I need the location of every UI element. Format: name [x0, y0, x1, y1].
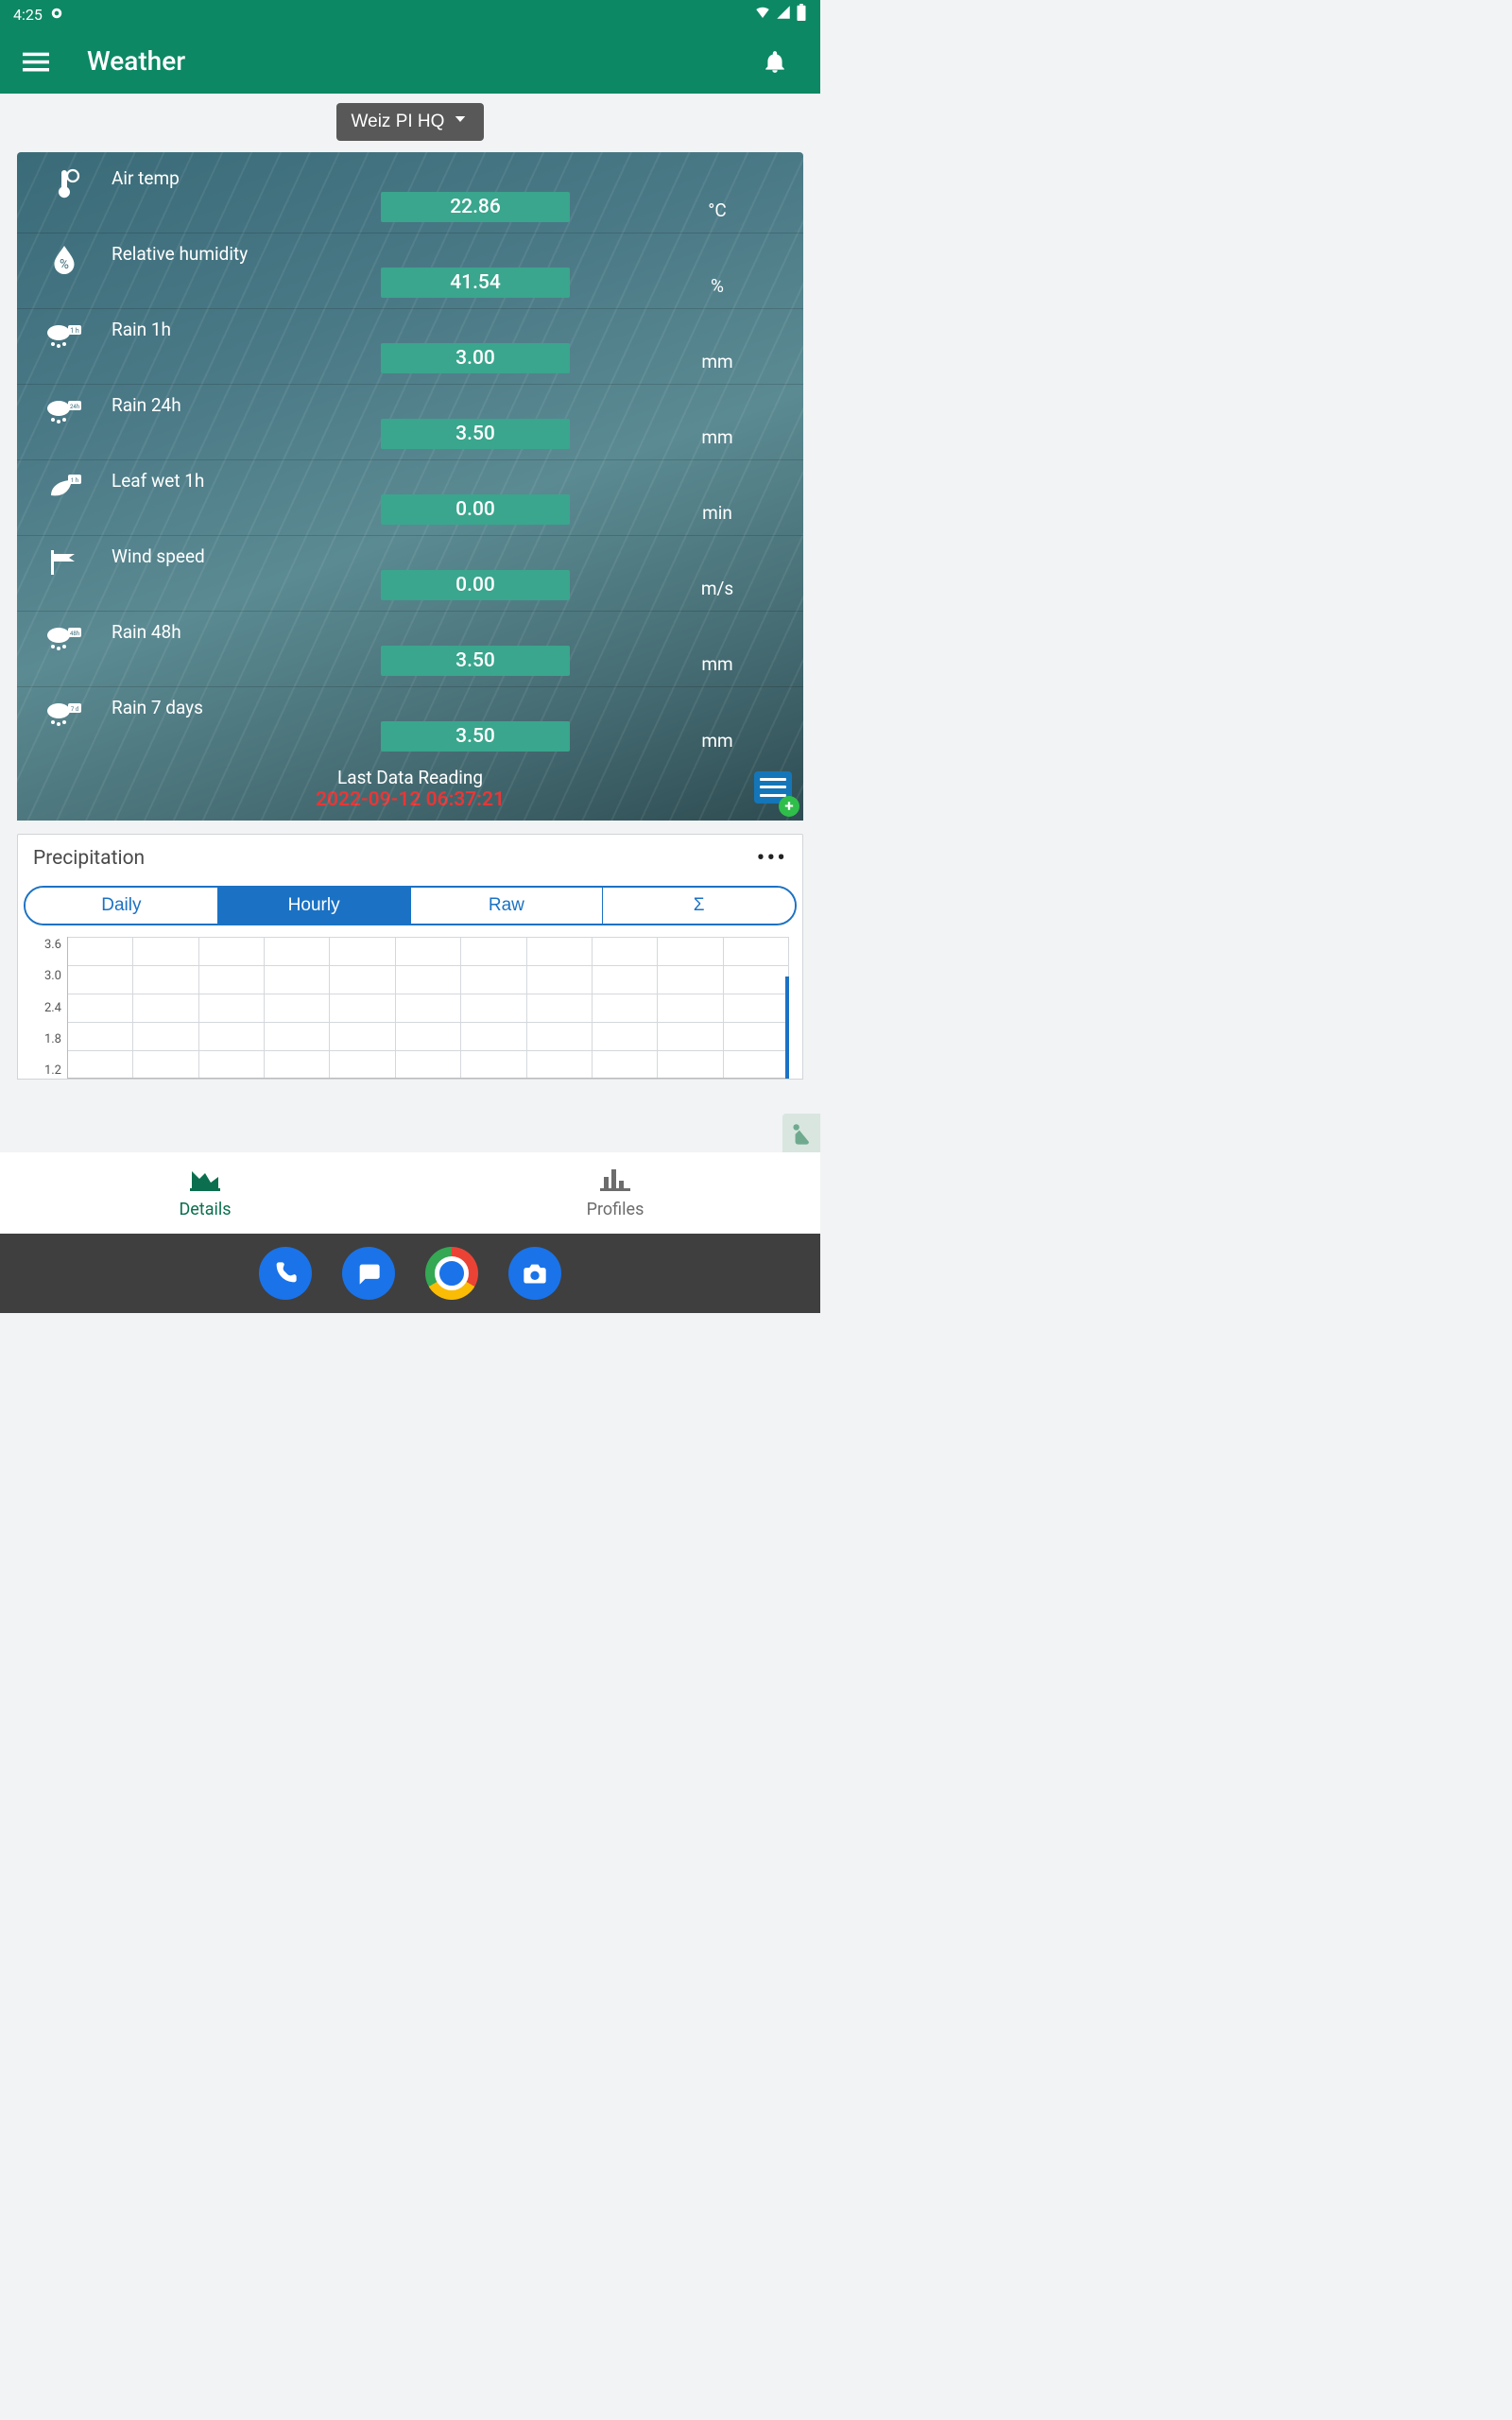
rain-7d-icon: 7 d: [17, 693, 112, 731]
y-tick: 1.8: [24, 1033, 65, 1046]
y-tick: 3.0: [24, 970, 65, 982]
camera-app-icon[interactable]: [508, 1247, 561, 1300]
station-select-label: Weiz PI HQ: [352, 112, 445, 132]
reading-value: 3.00: [381, 343, 570, 373]
precip-title: Precipitation: [33, 847, 145, 870]
touch-hint-icon[interactable]: [782, 1114, 820, 1156]
reading-unit: m/s: [631, 578, 803, 605]
reading-row: Wind speed 0.00 m/s: [17, 536, 803, 612]
plot-area: [67, 937, 789, 1079]
rain-48h-icon: 48h: [17, 617, 112, 655]
svg-text:24h: 24h: [70, 404, 79, 410]
messages-app-icon[interactable]: [342, 1247, 395, 1300]
reading-value: 0.00: [381, 494, 570, 525]
battery-icon: [796, 4, 807, 25]
reading-label: Rain 24h: [112, 390, 319, 416]
status-time: 4:25: [13, 6, 43, 24]
more-icon[interactable]: •••: [757, 844, 787, 873]
svg-text:1 h: 1 h: [71, 477, 78, 484]
tab-profiles[interactable]: Profiles: [410, 1152, 820, 1234]
reading-row: 48h Rain 48h 3.50 mm: [17, 612, 803, 687]
list-add-button[interactable]: +: [754, 771, 796, 813]
reading-unit: %: [631, 275, 803, 302]
reading-row: 7 d Rain 7 days 3.50 mm: [17, 687, 803, 763]
last-reading-timestamp: 2022-09-12 06:37:21: [17, 788, 803, 811]
y-tick: 2.4: [24, 1002, 65, 1014]
reading-value: 3.50: [381, 646, 570, 676]
precip-tab-raw[interactable]: Raw: [411, 888, 604, 924]
svg-text:%: %: [60, 257, 69, 272]
last-reading-label: Last Data Reading: [17, 767, 803, 788]
app-title: Weather: [87, 45, 756, 77]
reading-unit: mm: [631, 351, 803, 378]
reading-row: % Relative humidity 41.54%: [17, 233, 803, 309]
precip-chart[interactable]: 3.6 3.0 2.4 1.8 1.2: [24, 937, 797, 1079]
y-axis-labels: 3.6 3.0 2.4 1.8 1.2: [24, 937, 65, 1079]
nav-dock: [0, 1234, 820, 1313]
precip-tab-hourly[interactable]: Hourly: [218, 888, 411, 924]
reading-value: 41.54: [381, 268, 570, 298]
notifications-icon[interactable]: [756, 43, 794, 80]
reading-value: 3.50: [381, 419, 570, 449]
reading-row: Air temp 22.86 °C: [17, 158, 803, 233]
precip-tab-daily[interactable]: Daily: [26, 888, 218, 924]
tab-details[interactable]: Details: [0, 1152, 410, 1234]
precip-tab-σ[interactable]: Σ: [603, 888, 795, 924]
svg-text:1 h: 1 h: [70, 327, 79, 335]
reading-row: 1 h Rain 1h 3.00 mm: [17, 309, 803, 385]
reading-label: Relative humidity: [112, 239, 319, 265]
svg-text:7 d: 7 d: [71, 706, 78, 713]
reading-unit: °C: [631, 199, 803, 227]
reading-unit: mm: [631, 653, 803, 681]
tab-details-label: Details: [179, 1200, 231, 1219]
rain-1h-icon: 1 h: [17, 315, 112, 353]
reading-label: Leaf wet 1h: [112, 466, 319, 492]
y-tick: 3.6: [24, 939, 65, 951]
chevron-down-icon: [452, 111, 469, 133]
y-tick: 1.2: [24, 1064, 65, 1077]
svg-text:48h: 48h: [70, 631, 79, 637]
current-readings-panel: Air temp 22.86 °C% Relative humidity 41.54% 1…: [17, 152, 803, 821]
wind-icon: [17, 542, 112, 579]
reading-label: Rain 1h: [112, 315, 319, 340]
leaf-wet-icon: 1 h: [17, 466, 112, 504]
reading-label: Air temp: [112, 164, 319, 189]
bar-chart-icon: [600, 1167, 630, 1196]
plus-icon: +: [779, 796, 799, 817]
reading-label: Rain 7 days: [112, 693, 319, 718]
signal-icon: [775, 4, 792, 25]
rain-24h-icon: 24h: [17, 390, 112, 428]
reading-label: Wind speed: [112, 542, 319, 567]
reading-unit: mm: [631, 426, 803, 454]
reading-unit: min: [631, 502, 803, 529]
station-selector-row: Weiz PI HQ: [0, 94, 820, 152]
precip-last-bar: [785, 977, 789, 1079]
phone-app-icon[interactable]: [259, 1247, 312, 1300]
menu-icon[interactable]: [17, 43, 55, 80]
reading-unit: mm: [631, 730, 803, 757]
thermometer-icon: [17, 164, 112, 201]
precip-range-segmented: DailyHourlyRawΣ: [24, 886, 797, 925]
chrome-app-icon[interactable]: [425, 1247, 478, 1300]
wifi-icon: [754, 4, 771, 25]
reading-value: 3.50: [381, 721, 570, 752]
reading-row: 1 h Leaf wet 1h 0.00 min: [17, 460, 803, 536]
humidity-icon: %: [17, 239, 112, 277]
tab-profiles-label: Profiles: [587, 1200, 644, 1219]
status-app-indicator-icon: [50, 6, 63, 24]
status-bar: 4:25: [0, 0, 820, 28]
precipitation-card: Precipitation ••• DailyHourlyRawΣ 3.6 3.0…: [17, 834, 803, 1080]
station-select[interactable]: Weiz PI HQ: [336, 103, 485, 141]
reading-value: 22.86: [381, 192, 570, 222]
area-chart-icon: [190, 1167, 220, 1196]
bottom-tabs: Details Profiles: [0, 1152, 820, 1234]
last-reading: Last Data Reading 2022-09-12 06:37:21: [17, 763, 803, 811]
reading-label: Rain 48h: [112, 617, 319, 643]
app-bar: Weather: [0, 28, 820, 94]
reading-value: 0.00: [381, 570, 570, 600]
reading-row: 24h Rain 24h 3.50 mm: [17, 385, 803, 460]
